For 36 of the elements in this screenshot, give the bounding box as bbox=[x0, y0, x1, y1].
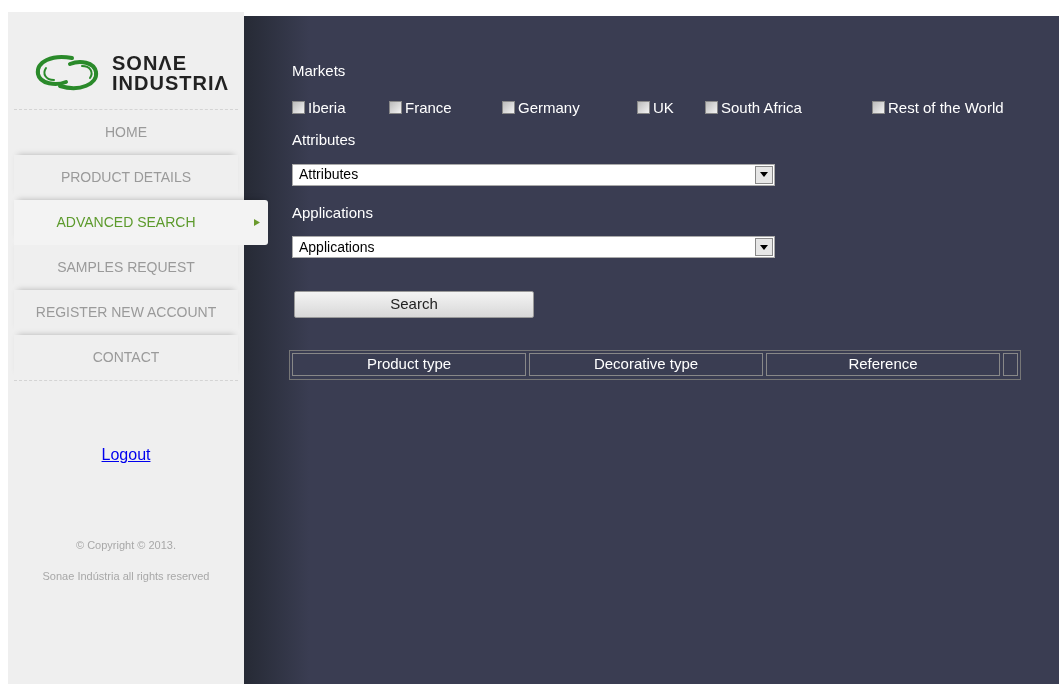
column-header: Reference bbox=[766, 353, 1000, 376]
copyright-text: © Copyright © 2013. bbox=[76, 538, 176, 553]
logo-text: INDUSTRIΛ bbox=[112, 72, 229, 93]
attributes-dropdown[interactable]: Attributes bbox=[292, 163, 775, 186]
nav-item[interactable]: PRODUCT DETAILS bbox=[14, 155, 238, 200]
checkbox[interactable] bbox=[637, 101, 650, 115]
caret-icon bbox=[760, 172, 768, 177]
checkbox-label: South Africa bbox=[721, 97, 802, 118]
column-header: Decorative type bbox=[529, 353, 763, 376]
nav-item[interactable]: REGISTER NEW ACCOUNT bbox=[14, 290, 238, 335]
checkbox[interactable] bbox=[502, 101, 515, 115]
nav-item[interactable]: CONTACT bbox=[14, 335, 238, 380]
checkbox[interactable] bbox=[872, 101, 885, 115]
checkbox-label: Iberia bbox=[308, 97, 346, 118]
nav-item[interactable]: ADVANCED SEARCH bbox=[14, 200, 268, 245]
checkbox-label: UK bbox=[653, 97, 674, 118]
checkbox-label: France bbox=[405, 97, 452, 118]
checkbox-label: Germany bbox=[518, 97, 580, 118]
pointer-icon bbox=[254, 219, 260, 226]
search-button[interactable]: Search bbox=[294, 291, 534, 318]
section-label: Attributes bbox=[292, 130, 357, 150]
caret-icon bbox=[760, 244, 768, 250]
rights-text: Sonae Indústria all rights reserved bbox=[42, 568, 210, 584]
nav-item[interactable]: SAMPLES REQUEST bbox=[14, 245, 238, 290]
logout-link[interactable]: Logout bbox=[101, 443, 151, 467]
column-header bbox=[1003, 353, 1018, 376]
logo-text: SONΛE bbox=[112, 52, 189, 73]
checkbox[interactable] bbox=[292, 101, 305, 115]
checkbox-label: Rest of the World bbox=[888, 97, 1004, 118]
column-header: Product type bbox=[292, 353, 526, 376]
nav-item[interactable]: HOME bbox=[14, 110, 238, 155]
applications-dropdown[interactable]: Applications bbox=[292, 236, 775, 258]
checkbox[interactable] bbox=[705, 101, 718, 115]
section-label: Applications bbox=[292, 202, 374, 223]
checkbox[interactable] bbox=[389, 101, 402, 115]
section-label: Markets bbox=[292, 61, 347, 81]
